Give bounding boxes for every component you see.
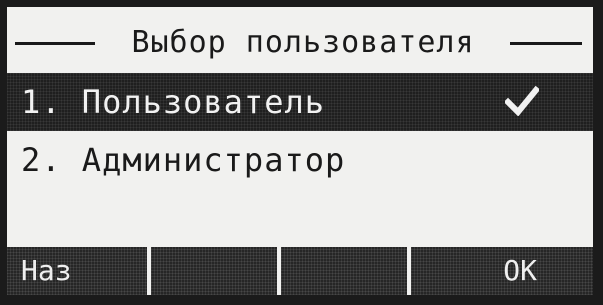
lcd-screen: Выбор пользователя 1. Пользователь 2. Ад… bbox=[7, 7, 593, 295]
menu-item-admin[interactable]: 2. Администратор bbox=[7, 131, 593, 189]
user-menu: 1. Пользователь 2. Администратор bbox=[7, 73, 593, 189]
back-button[interactable]: Наз bbox=[7, 247, 147, 295]
menu-item-label: 1. Пользователь bbox=[21, 83, 325, 121]
device-bezel: Выбор пользователя 1. Пользователь 2. Ад… bbox=[0, 0, 603, 305]
title-rule-right bbox=[510, 42, 582, 45]
title-bar: Выбор пользователя bbox=[7, 23, 593, 63]
softkey-2[interactable] bbox=[151, 247, 277, 295]
title-rule-left bbox=[15, 42, 95, 45]
menu-item-label: 2. Администратор bbox=[21, 141, 346, 179]
softkey-bar: Наз OK bbox=[7, 247, 593, 295]
ok-button[interactable]: OK bbox=[411, 247, 593, 295]
softkey-3[interactable] bbox=[281, 247, 407, 295]
checkmark-icon bbox=[505, 86, 539, 116]
menu-item-user[interactable]: 1. Пользователь bbox=[7, 73, 593, 131]
page-title: Выбор пользователя bbox=[131, 25, 475, 60]
